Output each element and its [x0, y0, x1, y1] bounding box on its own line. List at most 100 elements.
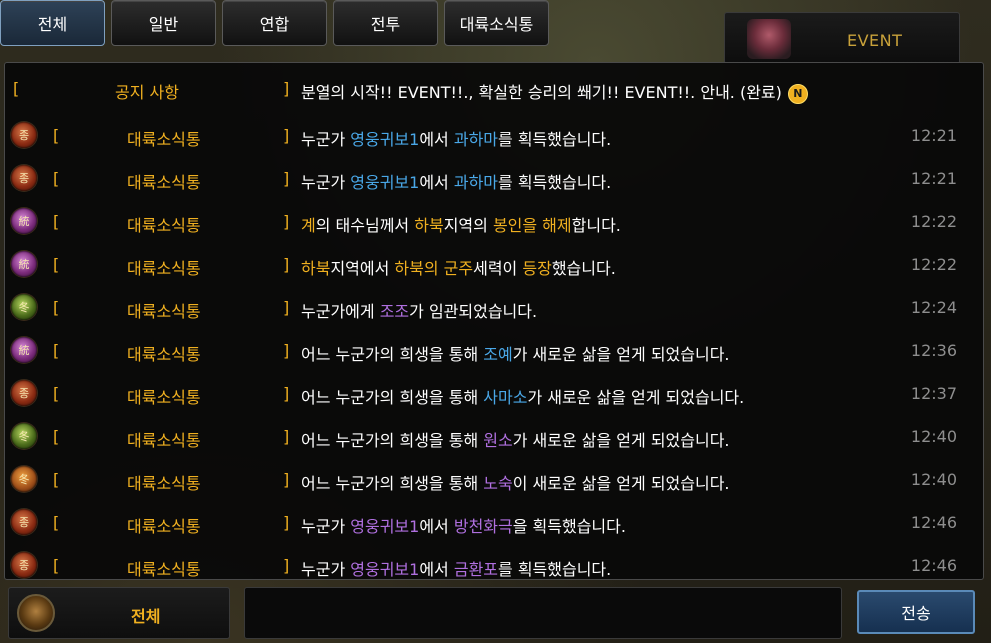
notice-bracket-left: [ [13, 79, 20, 98]
faction-emblem-icon: 冬 [11, 423, 37, 449]
message-category: 대륙소식통 [127, 560, 201, 579]
emblem-glyph: 冬 [18, 430, 30, 443]
emblem-glyph: 冬 [18, 301, 30, 314]
message-segment: 에서 [419, 173, 454, 192]
faction-emblem-icon: 종 [11, 552, 37, 578]
message-category: 대륙소식통 [127, 345, 201, 364]
message-segment: 누군가 [301, 173, 351, 192]
notice-row[interactable]: [ 공지 사항 ] 분열의 시작!! EVENT!!., 확실한 승리의 쐐기!… [5, 73, 983, 109]
bracket-left: [ [53, 169, 60, 188]
message-segment: 합니다. [571, 216, 621, 235]
message-row[interactable]: 統 [대륙소식통] 어느 누군가의 희생을 통해 조예가 새로운 삶을 얻게 되었습… [5, 333, 983, 376]
message-segment: 누군가 [301, 517, 351, 536]
tab-all[interactable]: 전체 [0, 0, 105, 46]
message-category: 대륙소식통 [127, 216, 201, 235]
message-time: 12:46 [910, 513, 957, 532]
faction-emblem-icon: 統 [11, 208, 37, 234]
event-character-icon [747, 19, 791, 59]
chat-input-bar: 전체 전송 [0, 582, 991, 643]
channel-selector[interactable]: 전체 [8, 587, 230, 639]
message-segment: 가 임관되었습니다. [409, 302, 538, 321]
bracket-right: ] [283, 126, 290, 145]
message-segment: 영웅귀보1 [350, 130, 420, 149]
message-row[interactable]: 종 [대륙소식통] 누군가 영웅귀보1에서 방천화극을 획득했습니다. 12:46 [5, 505, 983, 548]
message-row[interactable]: 統 [대륙소식통] 계의 태수님께서 하북지역의 봉인을 해제합니다. 12:22 [5, 204, 983, 247]
message-segment: 노숙 [483, 474, 513, 493]
message-time: 12:24 [910, 298, 957, 317]
message-segment: 누군가 [301, 130, 351, 149]
tab-continent-news[interactable]: 대륙소식통 [444, 0, 549, 46]
tab-alliance[interactable]: 연합 [222, 0, 327, 46]
message-segment: 영웅귀보1 [350, 560, 420, 579]
message-row[interactable]: 冬 [대륙소식통] 누군가에게 조조가 임관되었습니다. 12:24 [5, 290, 983, 333]
tab-general[interactable]: 일반 [111, 0, 216, 46]
message-segment: 방천화극 [453, 517, 513, 536]
message-row[interactable]: 종 [대륙소식통] 누군가 영웅귀보1에서 과하마를 획득했습니다. 12:21 [5, 161, 983, 204]
message-segment: 이 새로운 삶을 얻게 되었습니다. [512, 474, 730, 493]
message-segment: 누군가 [301, 560, 351, 579]
message-row[interactable]: 統 [대륙소식통] 하북지역에서 하북의 군주세력이 등장했습니다. 12:22 [5, 247, 983, 290]
emblem-glyph: 統 [18, 258, 30, 271]
faction-emblem-icon: 冬 [11, 466, 37, 492]
message-text: 누군가 영웅귀보1에서 금환포를 획득했습니다. [301, 556, 612, 579]
bracket-right: ] [283, 427, 290, 446]
message-segment: 하북 [414, 216, 444, 235]
bracket-right: ] [283, 169, 290, 188]
message-segment: 에서 [419, 130, 454, 149]
message-segment: 봉인을 해제 [492, 216, 572, 235]
notice-message: 분열의 시작!! EVENT!!., 확실한 승리의 쐐기!! EVENT!!.… [301, 79, 808, 104]
bracket-right: ] [283, 341, 290, 360]
faction-emblem-icon: 冬 [11, 294, 37, 320]
bracket-left: [ [53, 212, 60, 231]
bracket-right: ] [283, 212, 290, 231]
emblem-glyph: 統 [18, 215, 30, 228]
chat-tab-bar: 전체 일반 연합 전투 대륙소식통 [0, 0, 549, 50]
emblem-glyph: 종 [18, 129, 30, 142]
message-row[interactable]: 종 [대륙소식통] 어느 누군가의 희생을 통해 사마소가 새로운 삶을 얻게 되었… [5, 376, 983, 419]
message-category: 대륙소식통 [127, 173, 201, 192]
message-time: 12:37 [910, 384, 957, 403]
message-row[interactable]: 종 [대륙소식통] 누군가 영웅귀보1에서 금환포를 획득했습니다. 12:46 [5, 548, 983, 579]
message-text: 어느 누군가의 희생을 통해 원소가 새로운 삶을 얻게 되었습니다. [301, 427, 730, 451]
tab-battle[interactable]: 전투 [333, 0, 438, 46]
message-time: 12:22 [910, 255, 957, 274]
message-segment: 를 획득했습니다. [498, 560, 612, 579]
message-text: 누군가에게 조조가 임관되었습니다. [301, 298, 537, 322]
message-time: 12:46 [910, 556, 957, 575]
message-category: 대륙소식통 [127, 388, 201, 407]
message-segment: 를 획득했습니다. [498, 130, 612, 149]
message-segment: 금환포 [453, 560, 499, 579]
message-category: 대륙소식통 [127, 130, 201, 149]
notice-category: 공지 사항 [115, 83, 179, 102]
message-row[interactable]: 冬 [대륙소식통] 어느 누군가의 희생을 통해 원소가 새로운 삶을 얻게 되었습… [5, 419, 983, 462]
bracket-right: ] [283, 513, 290, 532]
event-banner[interactable]: EVENT [724, 12, 960, 64]
chat-input[interactable] [244, 587, 842, 639]
message-segment: 어느 누군가의 희생을 통해 [301, 345, 484, 364]
message-segment: 영웅귀보1 [350, 173, 420, 192]
message-segment: 조예 [483, 345, 513, 364]
message-row[interactable]: 冬 [대륙소식통] 어느 누군가의 희생을 통해 노숙이 새로운 삶을 얻게 되었습… [5, 462, 983, 505]
faction-emblem-icon: 統 [11, 337, 37, 363]
faction-emblem-icon: 統 [11, 251, 37, 277]
message-segment: 과하마 [453, 173, 499, 192]
bracket-left: [ [53, 384, 60, 403]
message-time: 12:40 [910, 427, 957, 446]
chat-log-panel[interactable]: [ 공지 사항 ] 분열의 시작!! EVENT!!., 확실한 승리의 쐐기!… [4, 62, 984, 580]
message-segment: 를 획득했습니다. [498, 173, 612, 192]
bracket-right: ] [283, 556, 290, 575]
new-badge-icon: N [787, 84, 808, 104]
message-segment: 가 새로운 삶을 얻게 되었습니다. [512, 431, 730, 450]
message-segment: 누군가에게 [301, 302, 380, 321]
message-segment: 어느 누군가의 희생을 통해 [301, 388, 484, 407]
message-text: 어느 누군가의 희생을 통해 조예가 새로운 삶을 얻게 되었습니다. [301, 341, 730, 365]
message-segment: 조조 [379, 302, 410, 321]
message-segment: 에서 [419, 517, 454, 536]
emblem-glyph: 冬 [18, 473, 30, 486]
message-row[interactable]: 종 [대륙소식통] 누군가 영웅귀보1에서 과하마를 획득했습니다. 12:21 [5, 118, 983, 161]
send-button[interactable]: 전송 [857, 590, 975, 634]
bracket-left: [ [53, 255, 60, 274]
message-category: 대륙소식통 [127, 517, 201, 536]
emblem-glyph: 종 [18, 172, 30, 185]
message-segment: 사마소 [483, 388, 528, 407]
